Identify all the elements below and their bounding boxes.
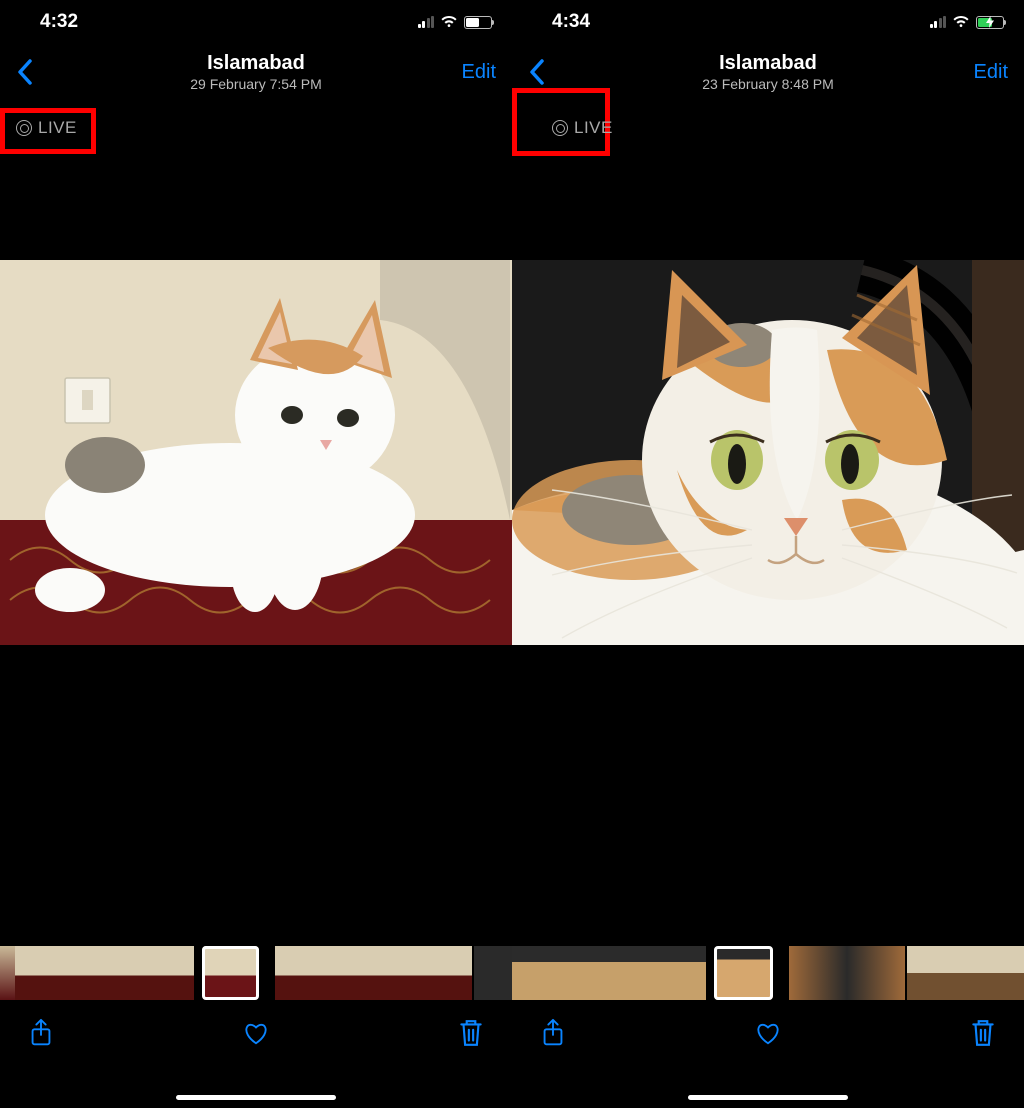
thumb-group[interactable] [275, 946, 473, 1000]
share-button[interactable] [26, 1018, 56, 1048]
home-indicator[interactable] [176, 1095, 336, 1100]
wifi-icon [952, 15, 970, 29]
thumb-group[interactable] [789, 946, 906, 1000]
live-label: LIVE [574, 118, 613, 138]
back-button[interactable] [528, 58, 546, 86]
bottom-toolbar [0, 1004, 512, 1108]
status-time: 4:32 [40, 11, 78, 33]
thumbnail-scrubber[interactable] [0, 946, 512, 1000]
delete-button[interactable] [968, 1018, 998, 1048]
battery-icon [464, 16, 492, 29]
thumb-group[interactable] [0, 946, 15, 1000]
live-photo-badge[interactable]: LIVE [10, 116, 83, 140]
status-bar: 4:34 [512, 0, 1024, 44]
title-block: Islamabad 29 February 7:54 PM [0, 52, 512, 92]
screen-right: 4:34 Islamabad 23 February 8:48 PM Edi [512, 0, 1024, 1108]
status-icons [418, 15, 493, 29]
location-title: Islamabad [0, 52, 512, 74]
live-label: LIVE [38, 118, 77, 138]
edit-button[interactable]: Edit [462, 61, 496, 84]
wifi-icon [440, 15, 458, 29]
photo-datetime: 29 February 7:54 PM [0, 76, 512, 92]
share-button[interactable] [538, 1018, 568, 1048]
bottom-toolbar [512, 1004, 1024, 1108]
favorite-button[interactable] [241, 1018, 271, 1048]
cellular-signal-icon [418, 16, 435, 28]
battery-charging-icon [976, 16, 1004, 29]
thumb-selected[interactable] [714, 946, 772, 1000]
status-time: 4:34 [552, 11, 590, 33]
title-block: Islamabad 23 February 8:48 PM [512, 52, 1024, 92]
side-by-side-screens: 4:32 Islamabad 29 February 7:54 PM Edit [0, 0, 1024, 1108]
status-icons [930, 15, 1005, 29]
thumb-group[interactable] [512, 946, 706, 1000]
thumb-group[interactable] [474, 946, 512, 1000]
live-photo-badge[interactable]: LIVE [546, 116, 619, 140]
screen-left: 4:32 Islamabad 29 February 7:54 PM Edit [0, 0, 512, 1108]
nav-bar: Islamabad 29 February 7:54 PM Edit [0, 44, 512, 100]
thumb-group[interactable] [907, 946, 1024, 1000]
status-bar: 4:32 [0, 0, 512, 44]
edit-button[interactable]: Edit [974, 61, 1008, 84]
photo-viewer[interactable] [512, 260, 1024, 645]
home-indicator[interactable] [688, 1095, 848, 1100]
thumbnail-scrubber[interactable] [512, 946, 1024, 1000]
photo-viewer[interactable] [0, 260, 512, 645]
live-icon [16, 120, 32, 136]
live-icon [552, 120, 568, 136]
cellular-signal-icon [930, 16, 947, 28]
back-button[interactable] [16, 58, 34, 86]
thumb-group[interactable] [15, 946, 194, 1000]
location-title: Islamabad [512, 52, 1024, 74]
favorite-button[interactable] [753, 1018, 783, 1048]
delete-button[interactable] [456, 1018, 486, 1048]
thumb-selected[interactable] [202, 946, 259, 1000]
